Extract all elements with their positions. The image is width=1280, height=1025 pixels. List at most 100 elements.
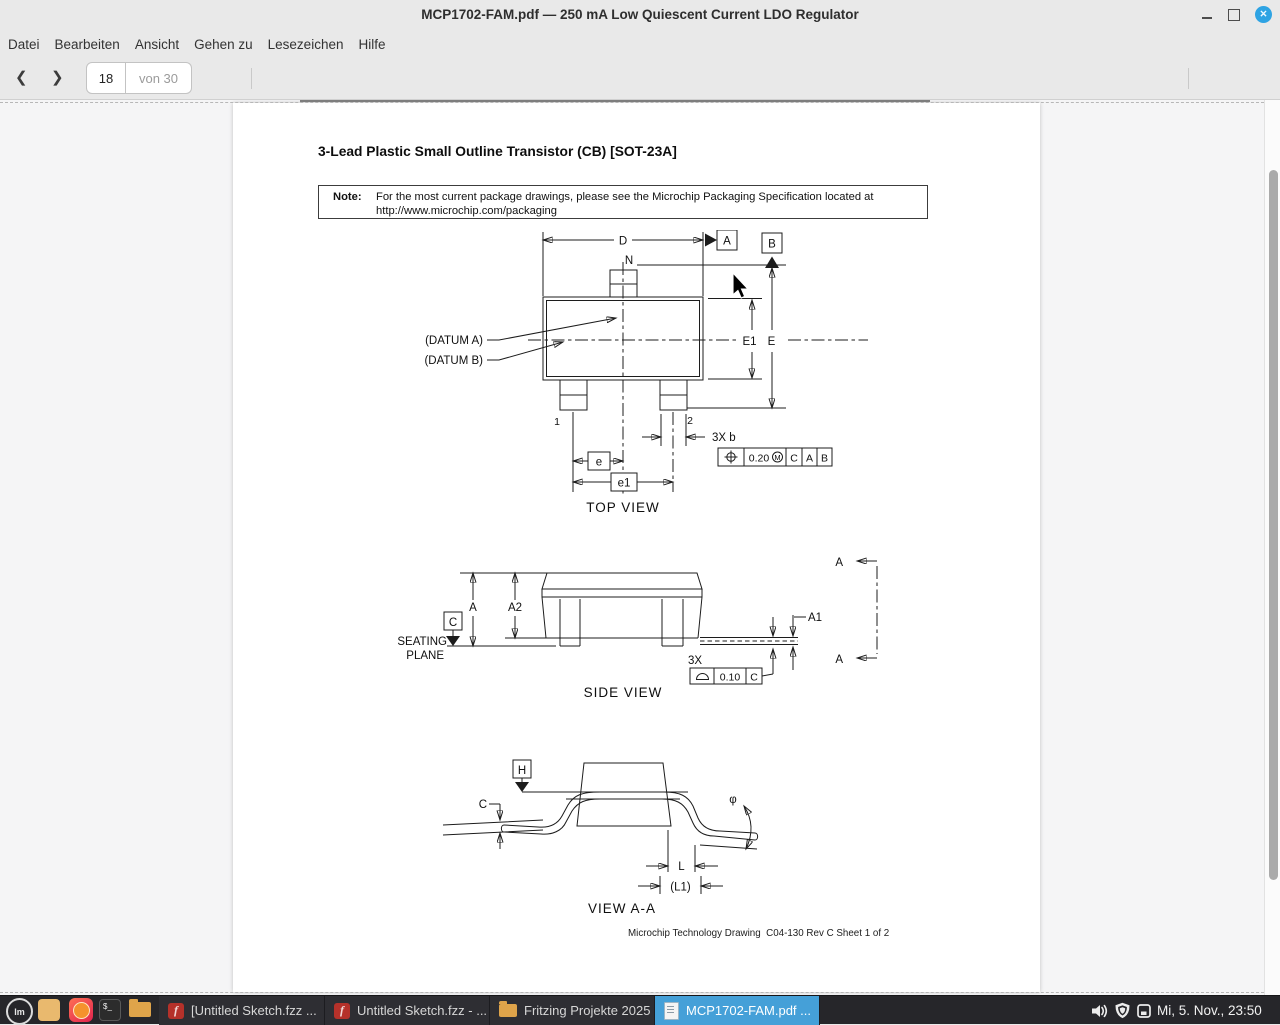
folder-launcher-icon[interactable] — [129, 1002, 151, 1017]
page-navigation: 18 von 30 — [86, 62, 192, 94]
flatness-datum: C — [750, 672, 758, 684]
flatness-tolerance: 0.10 — [720, 672, 741, 684]
mint-menu-icon[interactable]: lm — [6, 998, 33, 1025]
pdf-page: 3-Lead Plastic Small Outline Transistor … — [233, 103, 1040, 992]
terminal-launcher-icon[interactable]: $_ — [99, 999, 121, 1021]
page-number-input[interactable]: 18 — [86, 62, 126, 94]
files-launcher-icon[interactable] — [38, 999, 60, 1021]
menu-lesezeichen[interactable]: Lesezeichen — [268, 37, 344, 52]
note-box: Note: For the most current package drawi… — [318, 185, 928, 219]
maximize-icon[interactable] — [1228, 9, 1240, 21]
flatness-count-label: 3X — [688, 655, 702, 667]
window-controls: ✕ — [1201, 6, 1272, 23]
seating-plane-label-2: PLANE — [406, 650, 444, 662]
drawing-footer: Microchip Technology Drawing C04-130 Rev… — [628, 928, 889, 939]
dim-a1-label: A1 — [808, 612, 822, 624]
close-icon[interactable]: ✕ — [1255, 6, 1272, 23]
datum-a-box-label: A — [723, 236, 731, 248]
folder-icon — [499, 1004, 517, 1017]
menu-hilfe[interactable]: Hilfe — [358, 37, 385, 52]
dim-a-label: A — [469, 602, 477, 614]
pdf-document-icon — [664, 1002, 679, 1020]
datum-a-callout: (DATUM A) — [425, 335, 483, 347]
toolbar-separator — [1188, 68, 1189, 89]
fcf-tolerance: 0.20 — [749, 453, 770, 465]
dim-e-label: E — [768, 336, 776, 348]
section-a-top-label: A — [835, 557, 843, 569]
note-url: http://www.microchip.com/packaging — [376, 205, 557, 217]
window-titlebar: MCP1702-FAM.pdf — 250 mA Low Quiescent C… — [0, 0, 1280, 30]
seating-plane-label-1: SEATING — [397, 636, 447, 648]
menu-gehen-zu[interactable]: Gehen zu — [194, 37, 253, 52]
minimize-icon[interactable] — [1201, 8, 1213, 22]
taskbar-window-fritzing-2[interactable]: f Untitled Sketch.fzz - ... — [325, 996, 490, 1025]
notes-tray-button[interactable] — [1136, 996, 1152, 1025]
datum-h-box-label: H — [518, 765, 526, 777]
firewall-tray-button[interactable] — [1114, 996, 1131, 1025]
volume-icon — [1091, 1003, 1110, 1019]
pin2-label: 2 — [687, 415, 693, 427]
pitch-e1-label: e1 — [618, 478, 631, 490]
window-title: MCP1702-FAM.pdf — 250 mA Low Quiescent C… — [0, 7, 1280, 22]
section-a-bottom-label: A — [835, 654, 843, 666]
fcf-modifier: M — [774, 453, 780, 462]
mouse-cursor — [733, 273, 748, 298]
page-separator — [0, 992, 1264, 993]
vertical-scrollbar[interactable] — [1264, 100, 1280, 995]
previous-page-button[interactable]: ❮ — [15, 68, 28, 86]
menu-ansicht[interactable]: Ansicht — [135, 37, 179, 52]
dim-l1-label: (L1) — [670, 882, 691, 894]
side-view-caption: SIDE VIEW — [584, 685, 663, 700]
note-text: For the most current package drawings, p… — [376, 191, 874, 203]
taskbar-clock[interactable]: Mi, 5. Nov., 23:50 — [1157, 996, 1262, 1025]
taskbar: lm $_ f [Untitled Sketch.fzz ... f Untit… — [0, 995, 1280, 1024]
top-view-caption: TOP VIEW — [586, 500, 660, 515]
page-total-label: von 30 — [126, 62, 192, 94]
note-label: Note: — [333, 191, 362, 203]
dim-d-label: D — [619, 236, 627, 248]
fcf-datum-a: A — [806, 453, 813, 465]
taskbar-window-label: Untitled Sketch.fzz - ... — [357, 1003, 487, 1018]
side-view-drawing: A A C SEATING PLANE A — [397, 557, 877, 700]
shield-icon — [1114, 1002, 1131, 1019]
fritzing-icon: f — [334, 1003, 350, 1019]
top-view-drawing: D A B N — [424, 230, 868, 515]
taskbar-window-label: Fritzing Projekte 2025 — [524, 1003, 650, 1018]
view-aa-drawing: H C φ — [443, 760, 758, 916]
page-separator — [0, 102, 1264, 103]
dim-l-label: L — [678, 861, 685, 873]
fcf-datum-c: C — [790, 453, 798, 465]
dim-c-label: C — [479, 799, 487, 811]
foot-angle-label: φ — [729, 794, 736, 806]
lead-width-label: 3X b — [712, 432, 736, 444]
volume-tray-button[interactable] — [1091, 996, 1110, 1025]
taskbar-window-fritzing-1[interactable]: f [Untitled Sketch.fzz ... — [159, 996, 325, 1025]
datum-b-callout: (DATUM B) — [424, 355, 483, 367]
document-view: 3-Lead Plastic Small Outline Transistor … — [0, 100, 1280, 995]
taskbar-window-label: [Untitled Sketch.fzz ... — [191, 1003, 317, 1018]
menu-datei[interactable]: Datei — [8, 37, 40, 52]
toolbar: ❮ ❯ 18 von 30 − + 1 — [0, 58, 1280, 100]
package-heading: 3-Lead Plastic Small Outline Transistor … — [318, 144, 677, 159]
fritzing-icon: f — [168, 1003, 184, 1019]
fcf-datum-b: B — [821, 453, 828, 465]
firefox-launcher-icon[interactable] — [69, 998, 93, 1022]
pin1-label: 1 — [554, 416, 560, 428]
taskbar-window-folder[interactable]: Fritzing Projekte 2025 — [490, 996, 655, 1025]
toolbar-separator — [251, 68, 252, 89]
taskbar-window-pdf-active[interactable]: MCP1702-FAM.pdf ... — [655, 996, 820, 1025]
menubar: Datei Bearbeiten Ansicht Gehen zu Leseze… — [0, 30, 1280, 58]
dim-a2-label: A2 — [508, 602, 522, 614]
datum-c-box-label: C — [449, 617, 457, 629]
menu-bearbeiten[interactable]: Bearbeiten — [55, 37, 120, 52]
scrollbar-thumb[interactable] — [1269, 170, 1278, 880]
dim-e1-label: E1 — [742, 336, 756, 348]
package-drawing: D A B N — [233, 230, 1040, 966]
pitch-e-label: e — [596, 457, 602, 469]
datum-b-box-label: B — [768, 239, 776, 251]
view-aa-caption: VIEW A-A — [588, 901, 656, 916]
taskbar-window-label: MCP1702-FAM.pdf ... — [686, 1003, 811, 1018]
pin-n-label: N — [625, 255, 633, 267]
clipboard-icon — [1136, 1003, 1152, 1019]
next-page-button[interactable]: ❯ — [51, 68, 64, 86]
